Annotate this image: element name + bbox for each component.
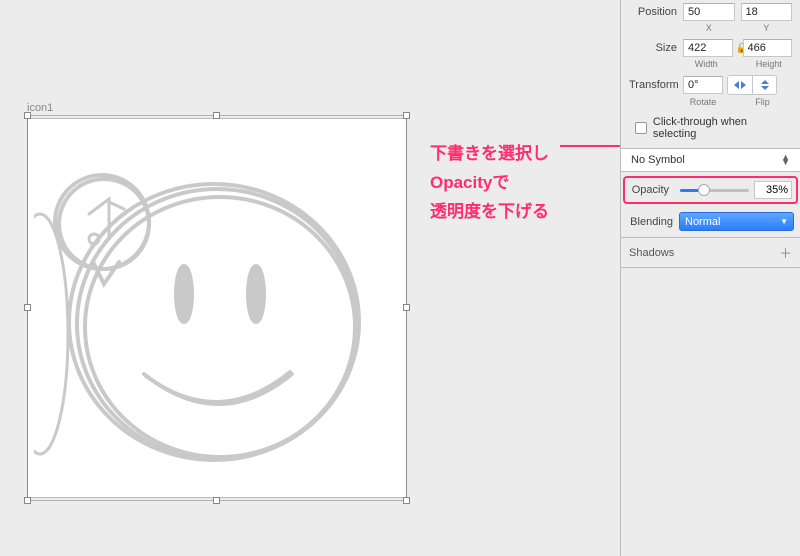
resize-handle-ml[interactable] — [24, 304, 31, 311]
inspector-panel: Position X Y Size 🔒 Width Height Transfo… — [620, 0, 800, 556]
resize-handle-mr[interactable] — [403, 304, 410, 311]
opacity-slider[interactable] — [680, 189, 749, 192]
lock-aspect-icon[interactable]: 🔒 — [733, 43, 743, 54]
position-y-label: Y — [741, 23, 793, 33]
click-through-row[interactable]: Click-through when selecting — [621, 110, 800, 148]
click-through-checkbox[interactable] — [635, 122, 647, 134]
position-label: Position — [629, 6, 683, 18]
symbol-row: No Symbol ▲▼ — [621, 148, 800, 172]
blending-value: Normal — [685, 216, 720, 228]
opacity-input[interactable] — [754, 181, 792, 199]
blending-label: Blending — [629, 216, 679, 228]
updown-icon: ▲▼ — [781, 155, 790, 166]
flip-h-icon — [733, 80, 747, 90]
resize-handle-tm[interactable] — [213, 112, 220, 119]
click-through-label: Click-through when selecting — [653, 116, 792, 140]
add-shadow-button[interactable]: ＋ — [779, 243, 792, 262]
resize-handle-bm[interactable] — [213, 497, 220, 504]
symbol-select[interactable]: No Symbol ▲▼ — [621, 149, 800, 171]
size-width-input[interactable] — [683, 39, 733, 57]
resize-handle-bl[interactable] — [24, 497, 31, 504]
size-width-label: Width — [683, 59, 730, 69]
selection-box[interactable] — [27, 115, 407, 501]
blending-select[interactable]: Normal ▼ — [679, 212, 794, 231]
canvas-area[interactable]: icon1 — [0, 0, 620, 556]
resize-handle-tl[interactable] — [24, 112, 31, 119]
symbol-value: No Symbol — [631, 154, 685, 166]
transform-label: Transform — [629, 79, 683, 91]
position-x-input[interactable] — [683, 3, 735, 21]
opacity-slider-knob[interactable] — [698, 184, 710, 196]
annotation-line2: Opacityで — [430, 169, 549, 198]
shadows-row[interactable]: Shadows ＋ — [621, 238, 800, 268]
position-y-input[interactable] — [741, 3, 793, 21]
size-label: Size — [629, 42, 683, 54]
flip-label: Flip — [723, 97, 792, 107]
position-row: Position — [621, 0, 800, 23]
opacity-row: Opacity — [623, 176, 798, 204]
rotate-input[interactable] — [683, 76, 723, 94]
opacity-label: Opacity — [629, 184, 675, 196]
position-x-label: X — [683, 23, 735, 33]
annotation-text: 下書きを選択し Opacityで 透明度を下げる — [430, 140, 549, 227]
flip-group — [727, 75, 777, 95]
shadows-label: Shadows — [629, 247, 674, 259]
flip-vertical-button[interactable] — [752, 76, 776, 94]
flip-horizontal-button[interactable] — [728, 76, 752, 94]
chevron-down-icon: ▼ — [780, 217, 788, 226]
annotation-line1: 下書きを選択し — [430, 140, 549, 169]
size-row: Size 🔒 — [621, 36, 800, 59]
flip-v-icon — [760, 79, 770, 91]
size-height-input[interactable] — [743, 39, 793, 57]
transform-row: Transform — [621, 72, 800, 97]
resize-handle-tr[interactable] — [403, 112, 410, 119]
resize-handle-br[interactable] — [403, 497, 410, 504]
annotation-line3: 透明度を下げる — [430, 198, 549, 227]
size-height-label: Height — [746, 59, 793, 69]
rotate-label: Rotate — [683, 97, 723, 107]
blending-row: Blending Normal ▼ — [621, 208, 800, 238]
